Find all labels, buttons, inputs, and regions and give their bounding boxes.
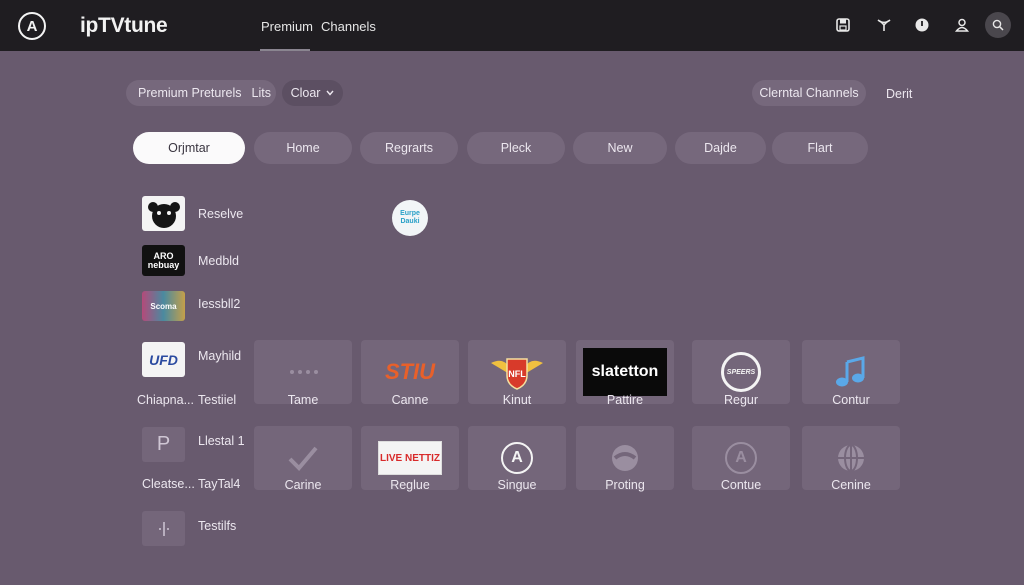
list-item-sublabel: Chiapna... xyxy=(137,393,194,407)
nav-premium[interactable]: Premium xyxy=(261,19,313,34)
tile-label: Carine xyxy=(284,478,322,492)
tab-pleck[interactable]: Pleck xyxy=(467,132,565,164)
clear-dropdown[interactable]: Cloar xyxy=(282,80,343,106)
channel-logo-text: STIU xyxy=(384,359,436,384)
floating-channel-logo[interactable]: Eurpe Dauki xyxy=(392,200,428,236)
channel-logo-text: slatetton xyxy=(583,348,667,396)
channel-thumb[interactable]: UFD xyxy=(142,342,185,377)
list-item-label[interactable]: Mayhild xyxy=(198,349,241,363)
channel-logo-text: SPEERS xyxy=(721,352,761,392)
app-logo-icon[interactable]: A xyxy=(18,12,46,40)
row-label: TayTal4 xyxy=(198,477,241,491)
list-item-label[interactable]: Testilfs xyxy=(198,519,236,533)
channel-logo-text: LIVE NETTIZ xyxy=(378,441,442,475)
brand-name[interactable]: ipTVtune xyxy=(80,14,168,38)
list-item-label[interactable]: Reselve xyxy=(198,207,243,221)
tile-label: Singue xyxy=(497,478,537,492)
tab-dajde[interactable]: Dajde xyxy=(675,132,766,164)
tile-label: Contur xyxy=(832,393,870,407)
tile-label: Canne xyxy=(391,393,429,407)
channel-thumb[interactable]: P xyxy=(142,427,185,462)
tile-label: Pattire xyxy=(606,393,644,407)
save-icon[interactable] xyxy=(832,14,854,36)
nav-active-indicator xyxy=(260,49,310,51)
premium-filter-pill[interactable]: Premium Preturels Lits xyxy=(126,80,276,106)
tile-label: Regur xyxy=(723,393,759,407)
tile-label: Tame xyxy=(287,393,319,407)
power-icon[interactable] xyxy=(911,14,933,36)
chevron-down-icon xyxy=(326,90,334,96)
tab-home[interactable]: Home xyxy=(254,132,352,164)
tile-label: Kinut xyxy=(502,393,532,407)
list-item-label[interactable]: Llestal 1 xyxy=(198,434,245,448)
edit-link[interactable]: Derit xyxy=(886,87,912,101)
tab-original[interactable]: Orjmtar xyxy=(133,132,245,164)
antenna-icon[interactable] xyxy=(873,14,895,36)
tab-regrarts[interactable]: Regrarts xyxy=(360,132,458,164)
list-item-label[interactable]: Iessbll2 xyxy=(198,297,240,311)
premium-filter-label: Premium Preturels xyxy=(138,86,242,100)
top-bar: A ipTVtune Premium Channels xyxy=(0,0,1024,51)
premium-filter-suffix: Lits xyxy=(251,86,271,100)
move-icon[interactable] xyxy=(142,511,185,546)
user-icon[interactable] xyxy=(951,14,973,36)
channel-thumb[interactable]: Scoma xyxy=(142,291,185,321)
tab-flart[interactable]: Flart xyxy=(772,132,868,164)
channel-thumb[interactable]: ARO nebuay xyxy=(142,245,185,276)
central-channels-pill[interactable]: Clerntal Channels xyxy=(752,80,866,106)
row-label: Testiiel xyxy=(198,393,237,407)
channel-logo-text: NFL xyxy=(508,369,526,379)
tile-label: Proting xyxy=(605,478,645,492)
nav-channels[interactable]: Channels xyxy=(321,19,376,34)
tab-new[interactable]: New xyxy=(573,132,667,164)
tile-label: Contue xyxy=(720,478,762,492)
gamepad-icon[interactable] xyxy=(142,196,185,231)
tile-label: Cenine xyxy=(831,478,871,492)
search-icon[interactable] xyxy=(985,12,1011,38)
list-item-sublabel: Cleatse... xyxy=(142,477,195,491)
list-item-label[interactable]: Medbld xyxy=(198,254,239,268)
tile-label: Reglue xyxy=(390,478,430,492)
clear-dropdown-label: Cloar xyxy=(290,86,321,100)
